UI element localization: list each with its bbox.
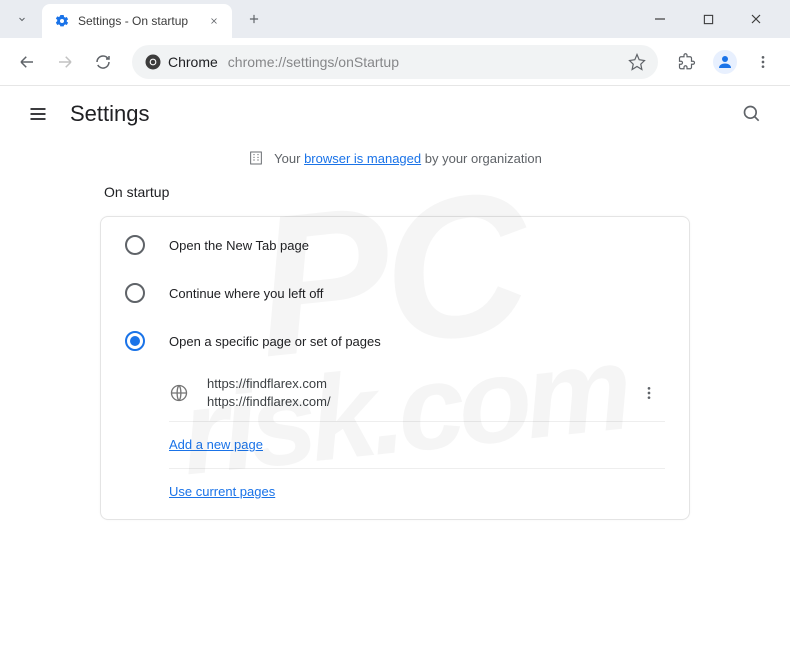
- page-title: https://findflarex.com: [207, 375, 633, 393]
- gear-icon: [54, 13, 70, 29]
- close-icon: [750, 13, 762, 25]
- radio-icon: [125, 283, 145, 303]
- settings-menu-button[interactable]: [20, 96, 56, 132]
- managed-text: Your browser is managed by your organiza…: [274, 151, 542, 166]
- arrow-left-icon: [18, 53, 36, 71]
- use-current-row: Use current pages: [169, 469, 665, 515]
- content-area: On startup Open the New Tab page Continu…: [0, 174, 790, 520]
- extensions-button[interactable]: [670, 45, 704, 79]
- radio-icon: [125, 235, 145, 255]
- page-text: https://findflarex.com https://findflare…: [207, 375, 633, 411]
- more-vertical-icon: [641, 385, 657, 401]
- reload-button[interactable]: [86, 45, 120, 79]
- tab-search-dropdown[interactable]: [8, 5, 36, 33]
- page-more-button[interactable]: [633, 377, 665, 409]
- option-label: Open a specific page or set of pages: [169, 334, 381, 349]
- browser-toolbar: Chrome chrome://settings/onStartup: [0, 38, 790, 86]
- avatar-icon: [713, 50, 737, 74]
- back-button[interactable]: [10, 45, 44, 79]
- hamburger-icon: [28, 104, 48, 124]
- url-text: chrome://settings/onStartup: [228, 54, 628, 70]
- close-window-button[interactable]: [742, 5, 770, 33]
- arrow-right-icon: [56, 53, 74, 71]
- maximize-icon: [703, 14, 714, 25]
- section-title: On startup: [100, 184, 690, 200]
- titlebar: Settings - On startup: [0, 0, 790, 38]
- chrome-logo-icon: [144, 53, 162, 71]
- reload-icon: [94, 53, 112, 71]
- chevron-down-icon: [16, 13, 28, 25]
- page-title: Settings: [70, 101, 150, 127]
- add-page-row: Add a new page: [169, 422, 665, 469]
- address-bar[interactable]: Chrome chrome://settings/onStartup: [132, 45, 658, 79]
- tab-close-button[interactable]: [206, 13, 222, 29]
- startup-card: Open the New Tab page Continue where you…: [100, 216, 690, 520]
- page-url: https://findflarex.com/: [207, 393, 633, 411]
- new-tab-button[interactable]: [240, 5, 268, 33]
- more-vertical-icon: [755, 54, 771, 70]
- puzzle-icon: [678, 53, 696, 71]
- site-label: Chrome: [168, 54, 218, 70]
- star-icon: [628, 53, 646, 71]
- startup-page-row: https://findflarex.com https://findflare…: [169, 365, 665, 422]
- tab-title: Settings - On startup: [78, 14, 206, 28]
- option-label: Continue where you left off: [169, 286, 323, 301]
- building-icon: [248, 150, 264, 166]
- maximize-button[interactable]: [694, 5, 722, 33]
- minimize-icon: [654, 13, 666, 25]
- browser-tab[interactable]: Settings - On startup: [42, 4, 232, 38]
- globe-icon: [169, 383, 189, 403]
- option-label: Open the New Tab page: [169, 238, 309, 253]
- plus-icon: [247, 12, 261, 26]
- search-icon: [742, 104, 762, 124]
- settings-header: Settings: [0, 86, 790, 142]
- radio-icon: [125, 331, 145, 351]
- option-new-tab[interactable]: Open the New Tab page: [101, 221, 689, 269]
- option-continue[interactable]: Continue where you left off: [101, 269, 689, 317]
- managed-banner: Your browser is managed by your organiza…: [0, 142, 790, 174]
- add-page-link[interactable]: Add a new page: [169, 437, 263, 452]
- minimize-button[interactable]: [646, 5, 674, 33]
- use-current-pages-link[interactable]: Use current pages: [169, 484, 275, 499]
- close-icon: [209, 16, 219, 26]
- bookmark-button[interactable]: [628, 53, 646, 71]
- window-controls: [646, 5, 782, 33]
- managed-link[interactable]: browser is managed: [304, 151, 421, 166]
- profile-button[interactable]: [708, 45, 742, 79]
- settings-search-button[interactable]: [734, 96, 770, 132]
- forward-button[interactable]: [48, 45, 82, 79]
- menu-button[interactable]: [746, 45, 780, 79]
- startup-pages-list: https://findflarex.com https://findflare…: [101, 365, 689, 515]
- option-specific-pages[interactable]: Open a specific page or set of pages: [101, 317, 689, 365]
